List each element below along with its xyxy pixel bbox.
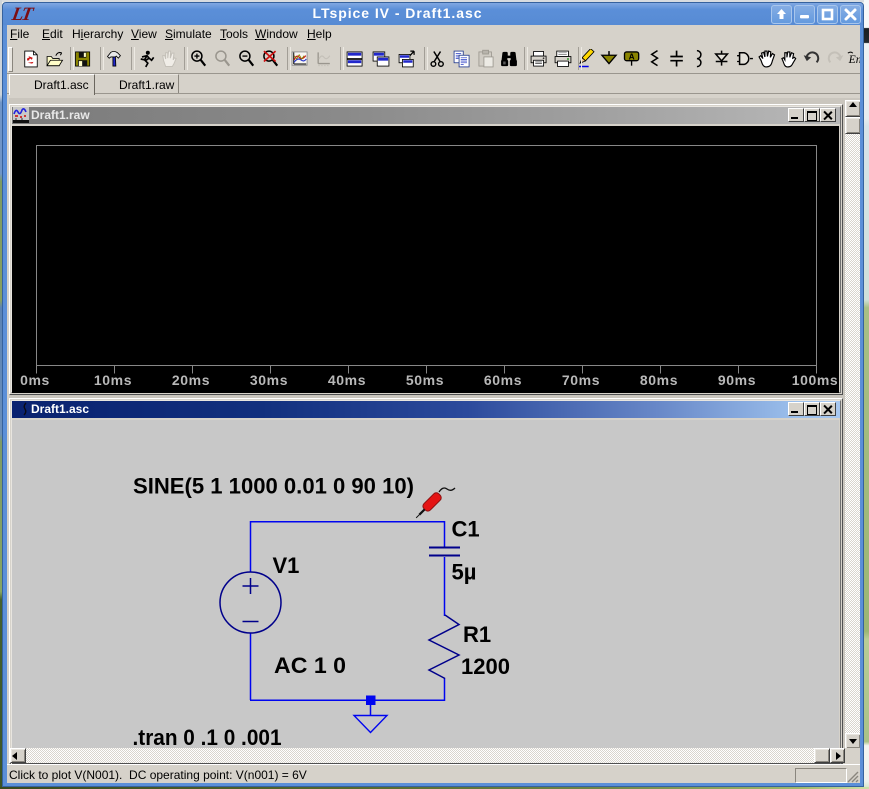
svg-text:5µ: 5µ <box>452 560 477 585</box>
svg-text:SINE(5 1 1000 0.01 0 90 10): SINE(5 1 1000 0.01 0 90 10) <box>133 474 414 499</box>
svg-text:En: En <box>848 53 860 66</box>
svg-text:AC 1 0: AC 1 0 <box>274 653 346 678</box>
svg-text:C1: C1 <box>452 517 480 542</box>
svg-text:V1: V1 <box>273 553 300 578</box>
svg-text:R1: R1 <box>463 622 491 647</box>
svg-text:.tran 0 .1 0 .001: .tran 0 .1 0 .001 <box>133 725 282 750</box>
svg-text:A: A <box>629 51 635 61</box>
svg-text:1200: 1200 <box>461 654 510 679</box>
